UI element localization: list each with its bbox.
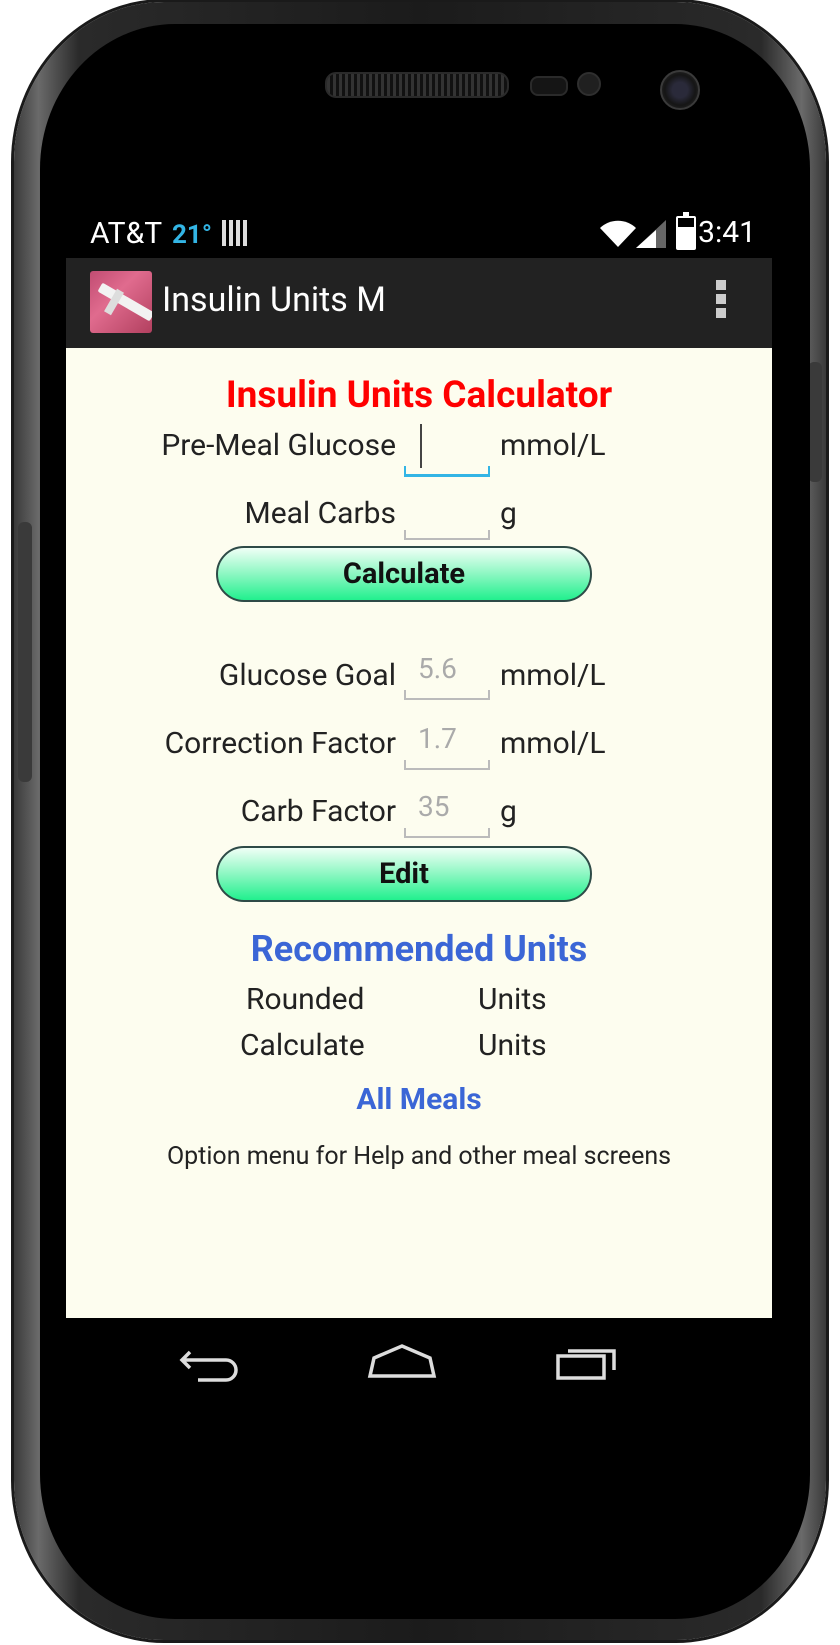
action-bar: Insulin Units M	[66, 258, 772, 348]
correction-factor-label: Correction Factor	[164, 726, 396, 761]
navigation-bar	[66, 1318, 772, 1408]
meal-carbs-unit: g	[500, 496, 517, 531]
temperature-label: 21°	[172, 220, 212, 250]
cell-signal-icon	[636, 220, 666, 248]
glucose-goal-input[interactable]: 5.6	[404, 652, 490, 700]
back-icon[interactable]	[178, 1344, 242, 1384]
syringe-icon[interactable]	[90, 271, 152, 333]
volume-button	[18, 522, 32, 782]
rounded-label: Rounded	[246, 982, 365, 1017]
recommended-units-heading: Recommended Units	[250, 928, 588, 970]
meal-carbs-label: Meal Carbs	[244, 496, 397, 531]
light-sensor	[577, 72, 601, 96]
carb-factor-input[interactable]: 35	[404, 790, 490, 838]
screen: AT&T 21° 3:41 Insulin Units M Insulin Un…	[66, 208, 772, 1464]
help-note: Option menu for Help and other meal scre…	[166, 1142, 672, 1171]
wifi-icon	[600, 220, 636, 247]
calculated-label: Calculate	[240, 1028, 365, 1063]
meal-carbs-input[interactable]	[404, 498, 490, 540]
all-meals-link[interactable]: All Meals	[66, 1082, 772, 1117]
home-icon[interactable]	[366, 1342, 438, 1382]
text-cursor	[420, 424, 422, 468]
calculated-unit: Units	[478, 1028, 547, 1063]
calculate-button[interactable]: Calculate	[216, 546, 592, 602]
clock: 3:41	[698, 215, 756, 250]
calculator-content: Insulin Units Calculator Pre-Meal Glucos…	[66, 348, 772, 1318]
calculator-heading: Insulin Units Calculator	[225, 374, 613, 417]
pre-meal-glucose-unit: mmol/L	[500, 428, 606, 463]
edit-button[interactable]: Edit	[216, 846, 592, 902]
pre-meal-glucose-label: Pre-Meal Glucose	[161, 428, 396, 463]
glucose-goal-unit: mmol/L	[500, 658, 606, 693]
battery-charging-icon	[676, 212, 696, 250]
correction-factor-unit: mmol/L	[500, 726, 606, 761]
carb-factor-unit: g	[500, 794, 517, 829]
sim-card-icon	[222, 220, 248, 246]
power-button	[808, 362, 822, 482]
glucose-goal-label: Glucose Goal	[218, 658, 396, 693]
front-camera-icon	[660, 70, 700, 110]
overflow-menu-icon[interactable]	[716, 280, 726, 320]
proximity-sensor	[530, 76, 568, 96]
app-title: Insulin Units M	[162, 280, 386, 320]
pre-meal-glucose-input[interactable]	[404, 424, 490, 477]
recent-apps-icon[interactable]	[554, 1342, 624, 1382]
earpiece-speaker	[325, 72, 509, 98]
carb-factor-label: Carb Factor	[240, 794, 396, 829]
rounded-unit: Units	[478, 982, 547, 1017]
correction-factor-input[interactable]: 1.7	[404, 722, 490, 770]
status-bar: AT&T 21° 3:41	[66, 208, 772, 258]
carrier-label: AT&T	[90, 216, 163, 251]
